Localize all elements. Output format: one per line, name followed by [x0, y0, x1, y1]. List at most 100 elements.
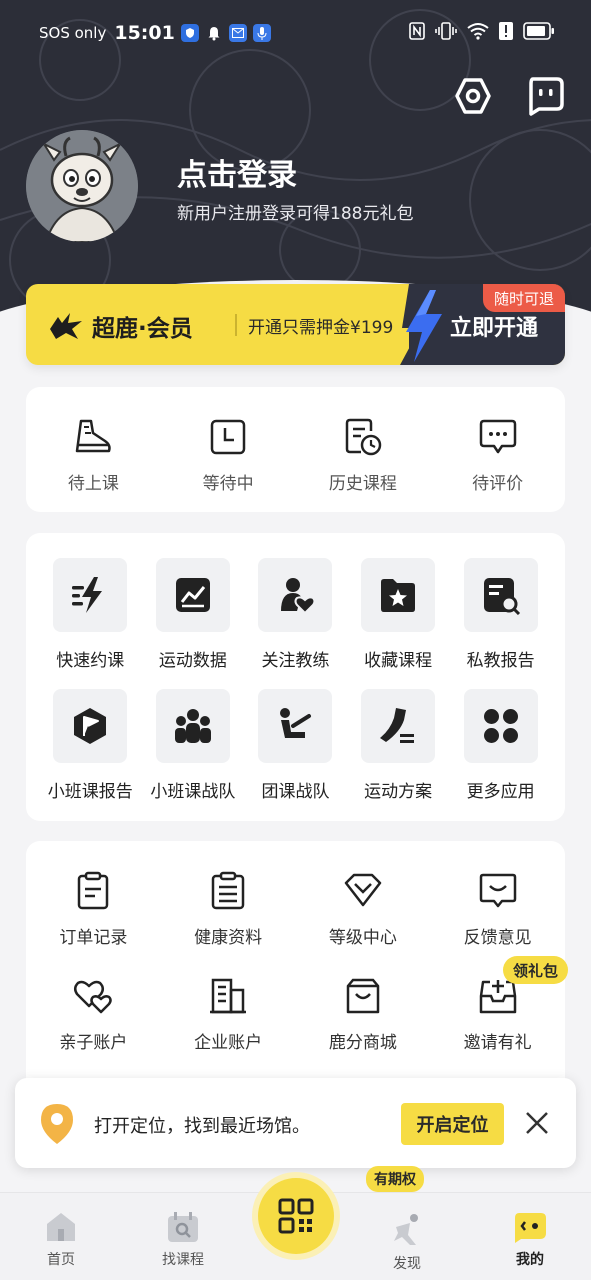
- service-health-data[interactable]: 健康资料: [161, 871, 296, 948]
- app-fast-booking[interactable]: 快速约课: [39, 558, 142, 671]
- location-pin-icon: [41, 1104, 73, 1144]
- app-label: 私教报告: [466, 651, 535, 671]
- workout-icon: [280, 708, 312, 738]
- app-small-class-report[interactable]: 小班课报告: [39, 689, 142, 802]
- service-label: 亲子账户: [59, 1033, 128, 1053]
- discover-runner-icon: [394, 1214, 418, 1245]
- chart-icon: [175, 578, 210, 612]
- shield-icon: [180, 24, 199, 42]
- service-label: 等级中心: [328, 928, 397, 948]
- document-icon: [208, 871, 248, 911]
- mail-app-icon: [228, 24, 247, 42]
- login-title[interactable]: 点击登录: [177, 150, 297, 194]
- service-label: 鹿分商城: [328, 1033, 397, 1053]
- app-label: 收藏课程: [364, 651, 433, 671]
- app-label: 运动数据: [158, 651, 227, 671]
- diamond-icon: [343, 871, 383, 911]
- alert-icon: [499, 22, 513, 40]
- sneaker-icon: [73, 417, 113, 457]
- divider: [235, 314, 237, 336]
- coach-heart-icon: [281, 578, 316, 615]
- nav-mine[interactable]: 我的: [490, 1211, 570, 1269]
- flag-shield-icon: [74, 708, 107, 744]
- nav-discover[interactable]: 发现: [367, 1213, 447, 1273]
- scan-qr-button[interactable]: [258, 1178, 334, 1254]
- service-order-record[interactable]: 订单记录: [26, 871, 161, 948]
- gift-badge: 领礼包: [503, 956, 569, 984]
- service-invite-gift[interactable]: 邀请有礼: [430, 976, 565, 1053]
- app-small-class-team[interactable]: 小班课战队: [142, 689, 245, 802]
- report-search-icon: [483, 578, 520, 615]
- nav-label: 找课程: [162, 1252, 204, 1268]
- qr-code-icon: [278, 1198, 314, 1234]
- app-saved-courses[interactable]: 收藏课程: [347, 558, 450, 671]
- service-label: 邀请有礼: [463, 1033, 532, 1053]
- status-label: 待评价: [472, 474, 524, 494]
- location-prompt: 打开定位，找到最近场馆。 开启定位: [15, 1078, 576, 1168]
- calendar-search-icon: [168, 1212, 198, 1242]
- app-sport-plan[interactable]: 运动方案: [347, 689, 450, 802]
- carrier-text: SOS only: [39, 24, 107, 42]
- refund-badge: 随时可退: [483, 284, 565, 312]
- status-waiting[interactable]: 等待中: [161, 417, 296, 494]
- clock-time: 15:01: [114, 22, 175, 44]
- app-follow-coach[interactable]: 关注教练: [244, 558, 347, 671]
- service-enterprise-account[interactable]: 企业账户: [161, 976, 296, 1053]
- settings-icon[interactable]: [453, 76, 493, 116]
- services-card: 订单记录 健康资料 等级中心 反馈意见 亲子账户 企业账户 鹿分商城 邀请有礼: [26, 841, 565, 1101]
- login-subtitle: 新用户注册登录可得188元礼包: [177, 204, 414, 224]
- member-brand: 超鹿·会员: [92, 316, 193, 342]
- service-label: 反馈意见: [463, 928, 532, 948]
- app-group-class-team[interactable]: 团课战队: [244, 689, 347, 802]
- service-label: 企业账户: [194, 1033, 263, 1053]
- status-pending-class[interactable]: 待上课: [26, 417, 161, 494]
- vibrate-icon: [435, 22, 457, 40]
- app-label: 运动方案: [364, 782, 433, 802]
- service-level-center[interactable]: 等级中心: [296, 871, 431, 948]
- course-status-card: 待上课 等待中 历史课程 待评价: [26, 387, 565, 512]
- status-bar: SOS only 15:01: [0, 0, 591, 66]
- nav-find-course[interactable]: 找课程: [143, 1211, 223, 1269]
- deposit-text: 开通只需押金¥199: [248, 318, 394, 338]
- app-sport-data[interactable]: 运动数据: [142, 558, 245, 671]
- avatar[interactable]: [26, 130, 138, 242]
- app-label: 更多应用: [466, 782, 535, 802]
- nav-label: 我的: [516, 1252, 544, 1268]
- mine-face-icon: [515, 1213, 546, 1243]
- message-icon[interactable]: [525, 76, 565, 116]
- app-more-apps[interactable]: 更多应用: [449, 689, 552, 802]
- open-membership-button[interactable]: 立即开通: [450, 310, 538, 342]
- status-label: 待上课: [67, 474, 119, 494]
- team-icon: [174, 709, 211, 743]
- status-label: 历史课程: [328, 474, 397, 494]
- feedback-icon: [478, 871, 518, 911]
- microphone-icon: [252, 24, 271, 42]
- close-icon[interactable]: [522, 1108, 552, 1138]
- status-history[interactable]: 历史课程: [296, 417, 431, 494]
- app-private-report[interactable]: 私教报告: [449, 558, 552, 671]
- bell-icon: [205, 24, 223, 42]
- period-badge: 有期权: [366, 1166, 424, 1192]
- hearts-icon: [73, 976, 113, 1016]
- service-points-mall[interactable]: 鹿分商城: [296, 976, 431, 1053]
- comment-icon: [478, 417, 518, 457]
- building-icon: [208, 976, 248, 1016]
- app-label: 小班课战队: [150, 782, 236, 802]
- folder-star-icon: [381, 579, 416, 612]
- shopping-bag-icon: [343, 976, 383, 1016]
- service-family-account[interactable]: 亲子账户: [26, 976, 161, 1053]
- app-label: 快速约课: [56, 651, 125, 671]
- service-feedback[interactable]: 反馈意见: [430, 871, 565, 948]
- app-label: 小班课报告: [47, 782, 133, 802]
- app-label: 团课战队: [261, 782, 330, 802]
- battery-icon: [523, 22, 554, 40]
- nfc-icon: [409, 22, 425, 40]
- nav-label: 首页: [47, 1252, 75, 1268]
- service-label: 健康资料: [194, 928, 263, 948]
- home-icon: [47, 1213, 75, 1241]
- enable-location-button[interactable]: 开启定位: [401, 1103, 504, 1145]
- wifi-icon: [467, 23, 489, 40]
- clock-icon: [208, 417, 248, 457]
- status-to-review[interactable]: 待评价: [430, 417, 565, 494]
- nav-home[interactable]: 首页: [21, 1211, 101, 1269]
